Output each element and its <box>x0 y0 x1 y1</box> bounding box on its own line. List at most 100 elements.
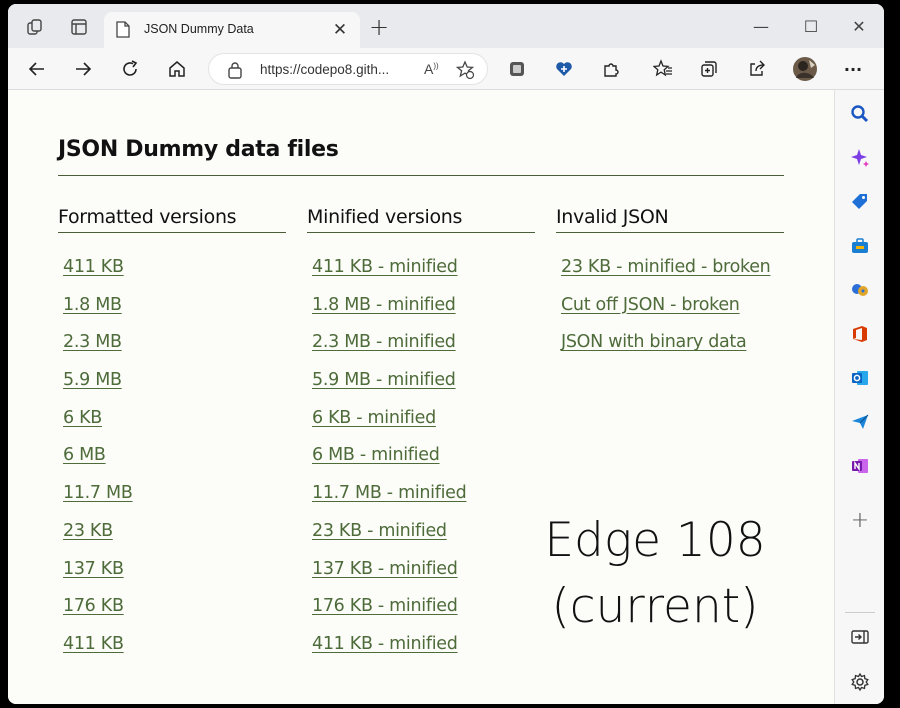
list-item: 6 MB - minified <box>312 445 535 483</box>
file-link[interactable]: 1.8 MB - minified <box>312 295 456 315</box>
page-title: JSON Dummy data files <box>58 137 339 162</box>
onenote-icon[interactable] <box>850 456 870 476</box>
file-link[interactable]: 2.3 MB <box>63 332 122 352</box>
column-invalid: Invalid JSON 23 KB - minified - broken C… <box>556 206 784 370</box>
column-minified: Minified versions 411 KB - minified 1.8 … <box>307 206 535 672</box>
edge-sidebar: + <box>834 90 884 704</box>
column-heading: Minified versions <box>307 206 535 233</box>
hide-sidebar-icon[interactable] <box>850 627 870 647</box>
add-favorite-icon[interactable] <box>455 60 475 84</box>
list-item: Cut off JSON - broken <box>561 295 784 333</box>
column-heading: Invalid JSON <box>556 206 784 233</box>
link-list: 411 KB 1.8 MB 2.3 MB 5.9 MB 6 KB 6 MB 11… <box>58 257 286 672</box>
file-link[interactable]: 11.7 MB <box>63 483 133 503</box>
navigation-toolbar: https://codepo8.gith... A)) ··· <box>8 48 884 90</box>
file-link[interactable]: 6 KB <box>63 408 102 428</box>
file-link[interactable]: 2.3 MB - minified <box>312 332 456 352</box>
workspaces-icon[interactable] <box>26 18 44 36</box>
list-item: 2.3 MB - minified <box>312 332 535 370</box>
file-link[interactable]: 411 KB <box>63 257 124 277</box>
lock-icon[interactable] <box>227 61 243 83</box>
list-item: 5.9 MB - minified <box>312 370 535 408</box>
file-link[interactable]: 23 KB - minified <box>312 521 447 541</box>
new-tab-button[interactable]: + <box>368 15 390 39</box>
discover-icon[interactable] <box>850 148 870 168</box>
file-link[interactable]: 137 KB <box>63 559 124 579</box>
collections-icon[interactable] <box>698 58 720 80</box>
list-item: 2.3 MB <box>63 332 286 370</box>
minimize-button[interactable]: — <box>750 16 772 38</box>
extension-1-icon[interactable] <box>506 58 528 80</box>
file-link[interactable]: 6 MB - minified <box>312 445 440 465</box>
list-item: 6 KB - minified <box>312 408 535 446</box>
drop-icon[interactable] <box>850 412 870 432</box>
file-link[interactable]: 11.7 MB - minified <box>312 483 467 503</box>
file-link[interactable]: 6 KB - minified <box>312 408 436 428</box>
refresh-icon[interactable] <box>119 58 141 80</box>
overlay-line-1: Edge 108 <box>544 513 766 568</box>
favorites-icon[interactable] <box>652 58 674 80</box>
extensions-icon[interactable] <box>600 58 622 80</box>
list-item: 11.7 MB <box>63 483 286 521</box>
file-link[interactable]: 23 KB <box>63 521 113 541</box>
file-link[interactable]: 23 KB - minified - broken <box>561 257 771 277</box>
file-link[interactable]: JSON with binary data <box>561 332 747 352</box>
link-list: 23 KB - minified - broken Cut off JSON -… <box>556 257 784 370</box>
file-link[interactable]: 411 KB <box>63 634 124 654</box>
list-item: 5.9 MB <box>63 370 286 408</box>
address-bar[interactable]: https://codepo8.gith... A)) <box>208 53 488 85</box>
page-favicon-icon <box>116 21 130 42</box>
file-link[interactable]: 5.9 MB - minified <box>312 370 456 390</box>
list-item: 23 KB <box>63 521 286 559</box>
games-icon[interactable] <box>850 280 870 300</box>
file-link[interactable]: Cut off JSON - broken <box>561 295 740 315</box>
profile-avatar[interactable] <box>792 56 818 82</box>
column-heading: Formatted versions <box>58 206 286 233</box>
file-link[interactable]: 1.8 MB <box>63 295 122 315</box>
file-link[interactable]: 137 KB - minified <box>312 559 458 579</box>
vertical-tabs-icon[interactable] <box>70 18 88 36</box>
link-list: 411 KB - minified 1.8 MB - minified 2.3 … <box>307 257 535 672</box>
shopping-icon[interactable] <box>850 192 870 212</box>
share-icon[interactable] <box>746 58 768 80</box>
forward-icon[interactable] <box>72 58 94 80</box>
url-text[interactable]: https://codepo8.gith... <box>260 62 389 77</box>
list-item: 6 KB <box>63 408 286 446</box>
list-item: 411 KB <box>63 634 286 672</box>
list-item: 411 KB - minified <box>312 634 535 672</box>
list-item: 1.8 MB <box>63 295 286 333</box>
title-divider <box>58 175 784 176</box>
search-icon[interactable] <box>850 104 870 124</box>
browser-tab[interactable]: JSON Dummy Data ✕ <box>104 12 360 48</box>
file-link[interactable]: 6 MB <box>63 445 106 465</box>
list-item: JSON with binary data <box>561 332 784 370</box>
browser-essentials-icon[interactable] <box>553 58 575 80</box>
file-link[interactable]: 411 KB - minified <box>312 634 458 654</box>
list-item: 6 MB <box>63 445 286 483</box>
close-window-button[interactable]: ✕ <box>848 16 870 38</box>
overlay-line-2: (current) <box>551 579 759 634</box>
settings-icon[interactable] <box>850 672 870 692</box>
home-icon[interactable] <box>166 58 188 80</box>
version-overlay: Edge 108 (current) <box>525 508 785 640</box>
list-item: 411 KB - minified <box>312 257 535 295</box>
list-item: 1.8 MB - minified <box>312 295 535 333</box>
outlook-icon[interactable] <box>850 368 870 388</box>
back-icon[interactable] <box>26 58 48 80</box>
office-icon[interactable] <box>850 324 870 344</box>
add-icon[interactable]: + <box>850 508 870 533</box>
list-item: 23 KB - minified - broken <box>561 257 784 295</box>
file-link[interactable]: 176 KB - minified <box>312 596 458 616</box>
title-bar: JSON Dummy Data ✕ + — ☐ ✕ <box>8 4 884 48</box>
file-link[interactable]: 5.9 MB <box>63 370 122 390</box>
maximize-button[interactable]: ☐ <box>800 16 822 38</box>
close-tab-icon[interactable]: ✕ <box>330 20 350 40</box>
tab-title: JSON Dummy Data <box>144 22 254 36</box>
file-link[interactable]: 176 KB <box>63 596 124 616</box>
list-item: 176 KB - minified <box>312 596 535 634</box>
tools-icon[interactable] <box>850 236 870 256</box>
read-aloud-icon[interactable]: A)) <box>424 61 439 77</box>
file-link[interactable]: 411 KB - minified <box>312 257 458 277</box>
list-item: 137 KB <box>63 559 286 597</box>
more-icon[interactable]: ··· <box>842 58 864 80</box>
